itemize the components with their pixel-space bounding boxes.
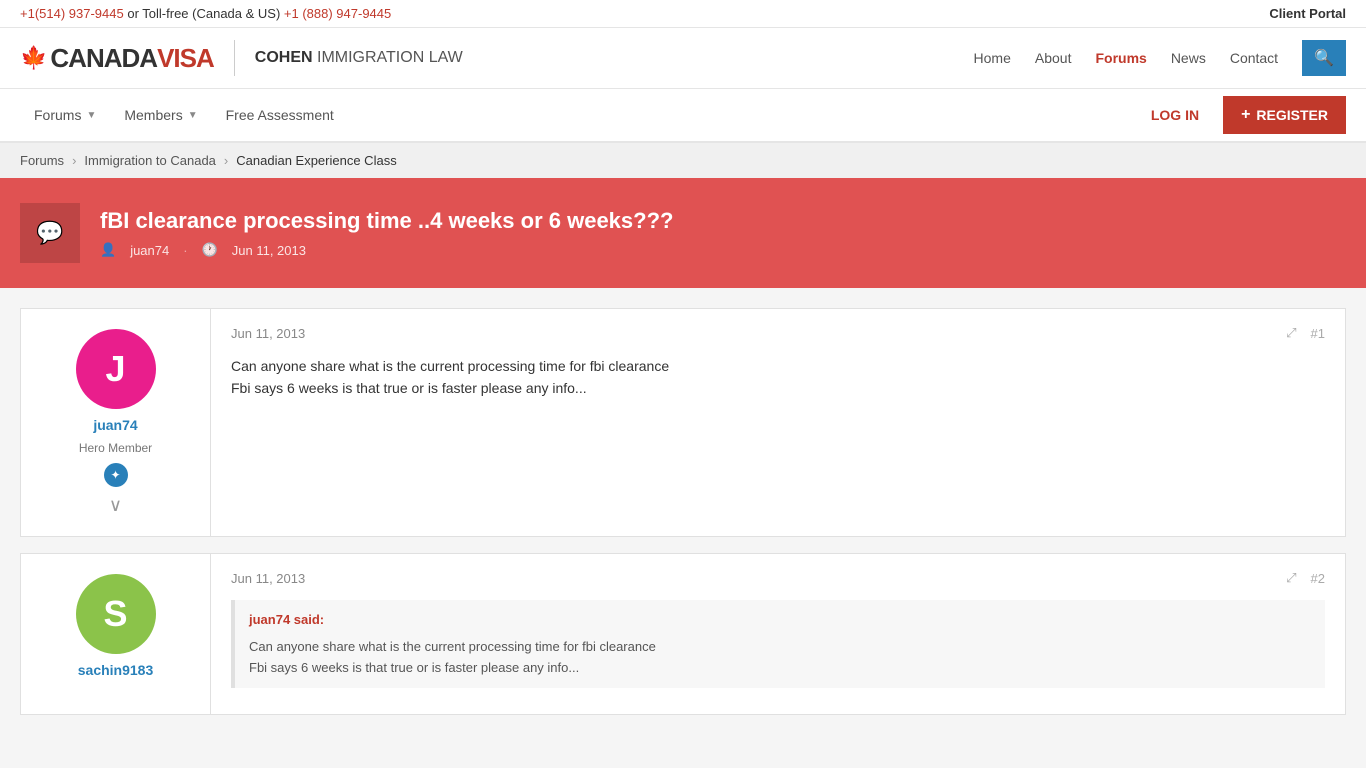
- canada-text: CANADA: [50, 43, 157, 74]
- avatar-letter: S: [103, 593, 127, 635]
- members-dropdown-arrow: ▼: [188, 110, 198, 121]
- avatar: S: [76, 574, 156, 654]
- nav-right: LOG IN + REGISTER: [1137, 96, 1346, 134]
- members-label: Members: [124, 107, 182, 123]
- avatar-letter: J: [105, 348, 125, 390]
- phone-info: +1(514) 937-9445 or Toll-free (Canada & …: [20, 6, 391, 21]
- post-sidebar: J juan74 Hero Member ✦ ∨: [21, 309, 211, 536]
- post-actions: ⤢ #1: [1286, 325, 1325, 341]
- visa-text: VISA: [157, 43, 214, 74]
- post-number: #2: [1311, 571, 1325, 586]
- post-line-2: Fbi says 6 weeks is that true or is fast…: [231, 377, 1325, 399]
- nav-free-assessment-item[interactable]: Free Assessment: [212, 89, 348, 141]
- forums-label: Forums: [34, 107, 81, 123]
- post-text: Can anyone share what is the current pro…: [231, 355, 1325, 400]
- user-badge-icon: ✦: [104, 463, 128, 487]
- post-actions: ⤢ #2: [1286, 570, 1325, 586]
- register-plus-icon: +: [1241, 106, 1250, 124]
- register-label: REGISTER: [1256, 107, 1328, 123]
- breadcrumb-forums[interactable]: Forums: [20, 153, 64, 168]
- post-text: juan74 said: Can anyone share what is th…: [231, 600, 1325, 688]
- expand-button[interactable]: ∨: [109, 495, 122, 516]
- top-bar: +1(514) 937-9445 or Toll-free (Canada & …: [0, 0, 1366, 28]
- user-role: Hero Member: [79, 441, 152, 455]
- search-icon: 🔍: [1314, 50, 1334, 67]
- post-header: Jun 11, 2013 ⤢ #1: [231, 325, 1325, 341]
- breadcrumb-immigration[interactable]: Immigration to Canada: [84, 153, 216, 168]
- nav-home[interactable]: Home: [974, 50, 1011, 66]
- thread-author[interactable]: juan74: [130, 243, 169, 258]
- share-icon[interactable]: ⤢: [1286, 570, 1296, 586]
- post-username[interactable]: juan74: [93, 417, 137, 433]
- post-card: S sachin9183 Jun 11, 2013 ⤢ #2 juan74 sa…: [20, 553, 1346, 715]
- register-button[interactable]: + REGISTER: [1223, 96, 1346, 134]
- chat-icon: 💬: [36, 220, 63, 246]
- site-header: 🍁 CANADA VISA COHEN IMMIGRATION LAW Home…: [0, 28, 1366, 89]
- client-portal-link[interactable]: Client Portal: [1269, 6, 1346, 21]
- post-sidebar: S sachin9183: [21, 554, 211, 714]
- post-line-1: Can anyone share what is the current pro…: [231, 355, 1325, 377]
- nav-contact[interactable]: Contact: [1230, 50, 1278, 66]
- nav-about[interactable]: About: [1035, 50, 1072, 66]
- meta-sep: ·: [183, 243, 187, 258]
- post-number: #1: [1311, 326, 1325, 341]
- avatar: J: [76, 329, 156, 409]
- quote-line-2: Fbi says 6 weeks is that true or is fast…: [249, 658, 1311, 679]
- share-icon[interactable]: ⤢: [1286, 325, 1296, 341]
- thread-title: fBI clearance processing time ..4 weeks …: [100, 208, 1346, 234]
- thread-meta: 👤 juan74 · 🕐 Jun 11, 2013: [100, 242, 1346, 258]
- thread-author-icon: 👤: [100, 242, 116, 258]
- header-nav: Home About Forums News Contact 🔍: [974, 40, 1346, 76]
- quote-line-1: Can anyone share what is the current pro…: [249, 637, 1311, 658]
- thread-date: Jun 11, 2013: [232, 243, 306, 258]
- thread-icon: 💬: [20, 203, 80, 263]
- breadcrumb-sep2: ›: [224, 153, 228, 168]
- post-card: J juan74 Hero Member ✦ ∨ Jun 11, 2013 ⤢ …: [20, 308, 1346, 537]
- quote-author: juan74 said:: [249, 610, 1311, 631]
- post-username[interactable]: sachin9183: [78, 662, 154, 678]
- post-date: Jun 11, 2013: [231, 571, 305, 586]
- immigration-law-text: IMMIGRATION LAW: [317, 49, 463, 66]
- post-header: Jun 11, 2013 ⤢ #2: [231, 570, 1325, 586]
- nav-bar: Forums ▼ Members ▼ Free Assessment LOG I…: [0, 89, 1366, 143]
- breadcrumb: Forums › Immigration to Canada › Canadia…: [0, 143, 1366, 178]
- login-button[interactable]: LOG IN: [1137, 99, 1213, 131]
- logo-divider: [234, 40, 235, 76]
- thread-banner: 💬 fBI clearance processing time ..4 week…: [0, 178, 1366, 288]
- quote-block: juan74 said: Can anyone share what is th…: [231, 600, 1325, 688]
- breadcrumb-current: Canadian Experience Class: [236, 153, 396, 168]
- phone2-link[interactable]: +1 (888) 947-9445: [284, 6, 391, 21]
- or-text: or Toll-free (Canada & US): [127, 6, 284, 21]
- posts-container: J juan74 Hero Member ✦ ∨ Jun 11, 2013 ⤢ …: [0, 288, 1366, 751]
- nav-forums-item[interactable]: Forums ▼: [20, 89, 110, 141]
- free-assessment-label: Free Assessment: [226, 107, 334, 123]
- cohen-text: COHEN IMMIGRATION LAW: [255, 49, 463, 67]
- nav-news[interactable]: News: [1171, 50, 1206, 66]
- post-date: Jun 11, 2013: [231, 326, 305, 341]
- post-content: Jun 11, 2013 ⤢ #2 juan74 said: Can anyon…: [211, 554, 1345, 714]
- thread-clock-icon: 🕐: [202, 242, 218, 258]
- nav-left: Forums ▼ Members ▼ Free Assessment: [20, 89, 348, 141]
- breadcrumb-sep1: ›: [72, 153, 76, 168]
- post-content: Jun 11, 2013 ⤢ #1 Can anyone share what …: [211, 309, 1345, 536]
- site-logo[interactable]: 🍁 CANADA VISA: [20, 43, 214, 74]
- nav-members-item[interactable]: Members ▼: [110, 89, 211, 141]
- maple-leaf-icon: 🍁: [20, 45, 46, 71]
- forums-dropdown-arrow: ▼: [86, 110, 96, 121]
- nav-forums[interactable]: Forums: [1095, 50, 1146, 66]
- search-button[interactable]: 🔍: [1302, 40, 1346, 76]
- phone1-link[interactable]: +1(514) 937-9445: [20, 6, 124, 21]
- logo-area: 🍁 CANADA VISA COHEN IMMIGRATION LAW: [20, 40, 463, 76]
- cohen-name: COHEN: [255, 49, 313, 66]
